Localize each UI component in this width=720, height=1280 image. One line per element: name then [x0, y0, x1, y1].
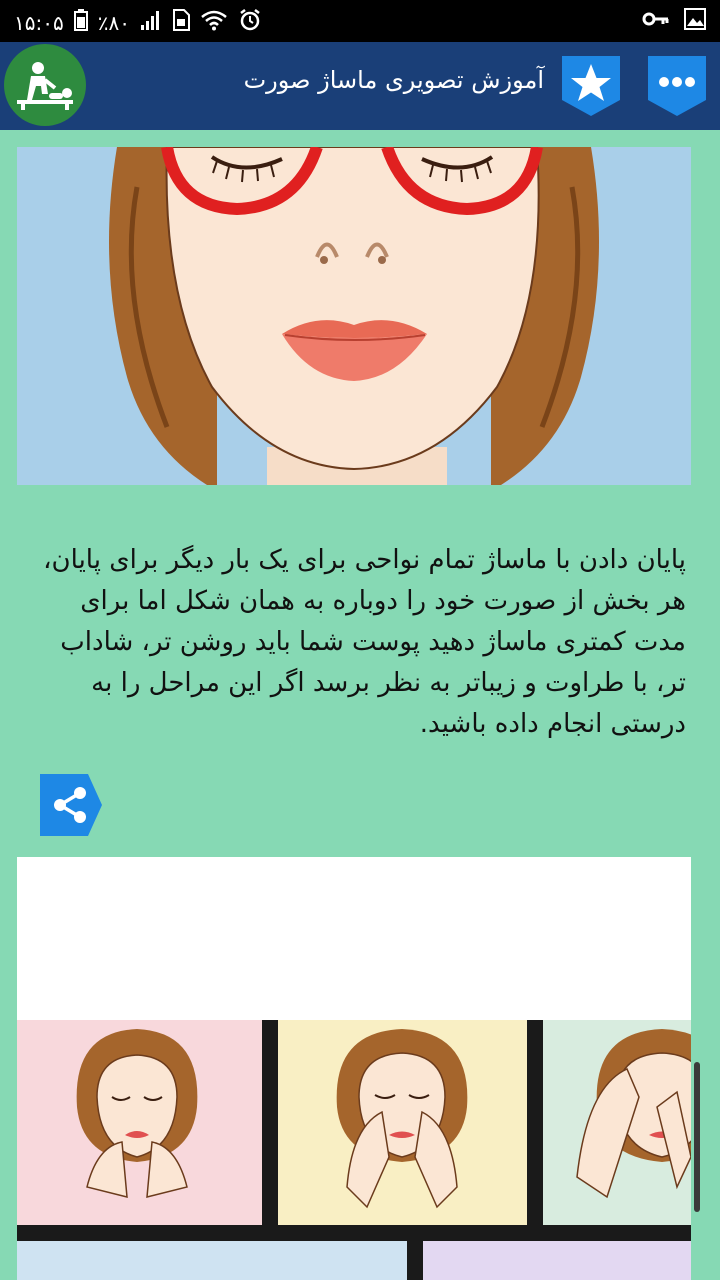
scrollbar[interactable] [694, 1062, 700, 1212]
battery-percent: ٪۸۰ [97, 10, 130, 35]
star-icon [562, 56, 620, 116]
favorite-button[interactable] [558, 52, 624, 118]
sim-icon [172, 9, 190, 36]
battery-icon [73, 9, 88, 36]
status-time: ۱۵:۰۵ [14, 10, 64, 35]
key-icon [642, 8, 670, 35]
more-dots-icon [648, 56, 706, 116]
signal-icon [140, 9, 162, 36]
more-button[interactable] [644, 52, 710, 118]
article-content: پایان دادن با ماساژ تمام نواحی برای یک ب… [0, 130, 720, 1280]
share-icon [40, 774, 102, 836]
massage-icon [17, 62, 73, 110]
face-illustration [17, 147, 691, 485]
status-left: ۱۵:۰۵ ٪۸۰ [14, 8, 262, 37]
wifi-icon [200, 9, 228, 36]
app-logo[interactable] [4, 44, 86, 126]
massage-steps-illustration [17, 857, 691, 1280]
app-bar: آموزش تصویری ماساژ صورت [0, 42, 720, 130]
alarm-icon [238, 8, 262, 37]
image-icon [684, 8, 706, 35]
article-paragraph: پایان دادن با ماساژ تمام نواحی برای یک ب… [43, 545, 686, 739]
share-button[interactable] [40, 774, 102, 836]
app-title: آموزش تصویری ماساژ صورت [243, 66, 544, 94]
status-bar: ۱۵:۰۵ ٪۸۰ [0, 0, 720, 42]
status-right [642, 8, 706, 35]
